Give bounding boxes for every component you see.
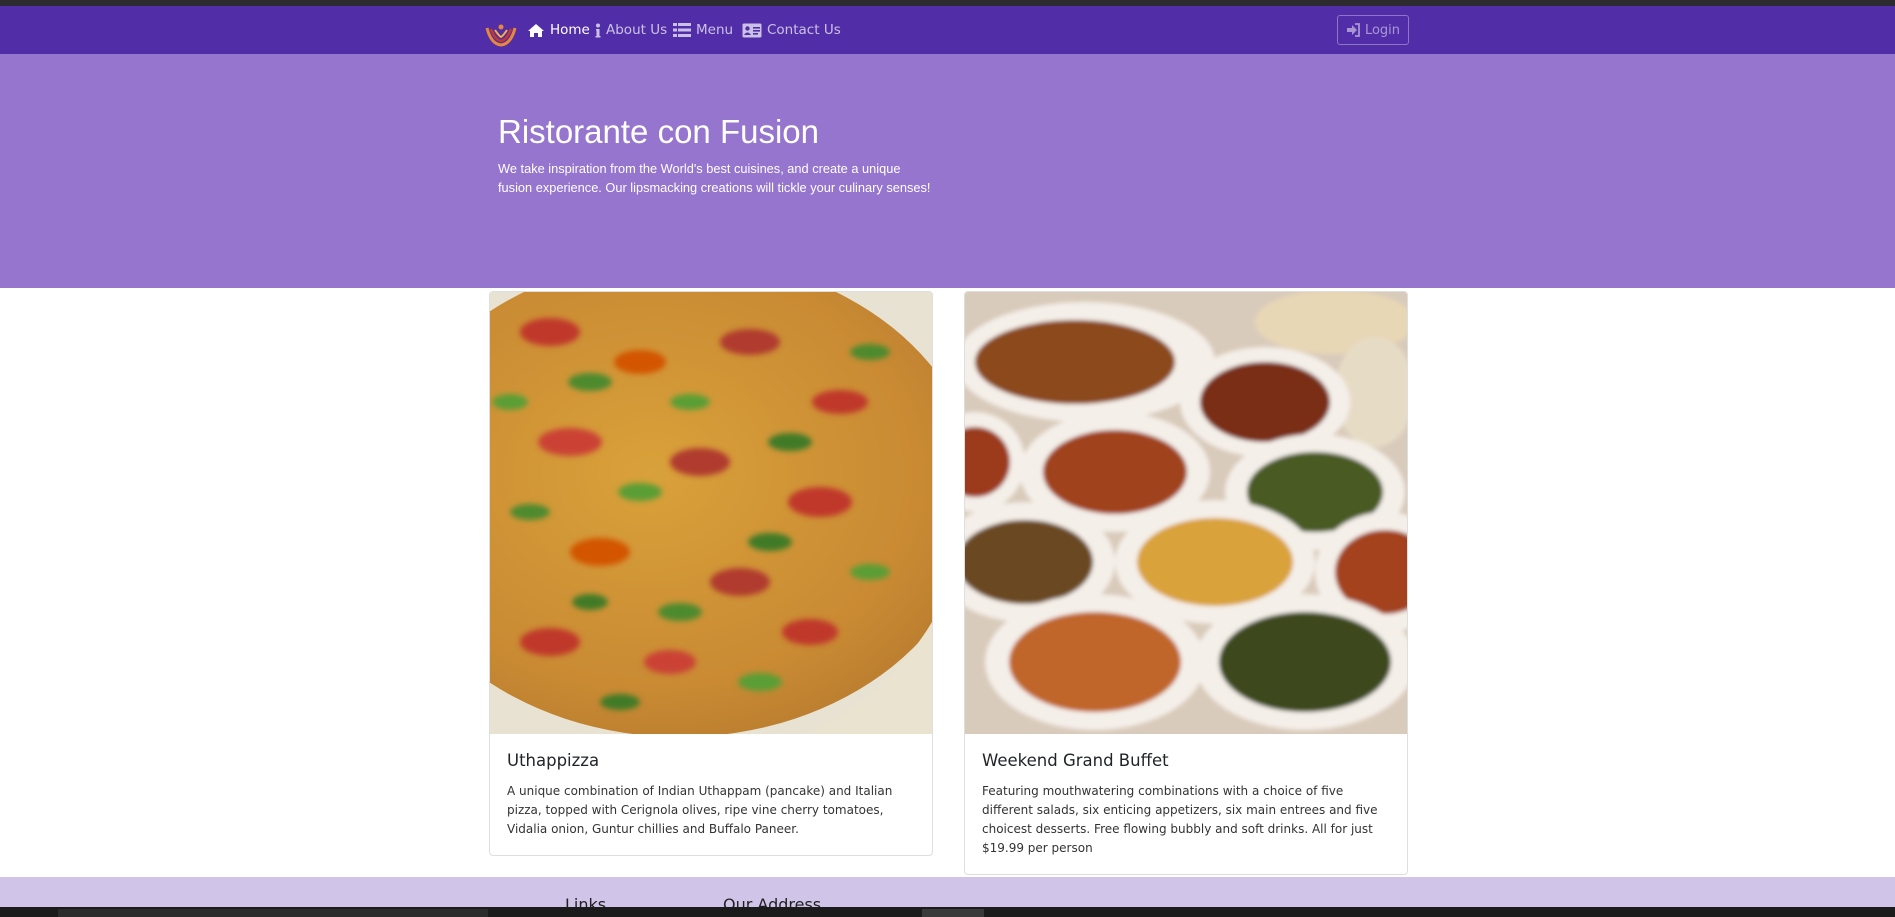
login-label: Login: [1364, 22, 1401, 38]
nav-home[interactable]: Home: [527, 6, 590, 54]
info-icon: [595, 23, 601, 37]
footer: Links Our Address: [0, 877, 1895, 907]
pizza-image: [490, 292, 932, 734]
nav-contact-label: Contact Us: [767, 22, 841, 38]
dish-card-weekend-buffet: Weekend Grand Buffet Featuring mouthwate…: [964, 291, 1408, 875]
nav-about-label: About Us: [606, 22, 668, 38]
nav-menu-label: Menu: [696, 22, 734, 38]
list-icon: [673, 23, 691, 37]
page-title: Ristorante con Fusion: [498, 113, 819, 150]
card-text: A unique combination of Indian Uthappam …: [507, 784, 893, 836]
restaurant-logo[interactable]: [485, 20, 517, 50]
footer-address-heading: Our Address: [723, 895, 822, 907]
navbar: [0, 6, 1895, 54]
card-title: Uthappizza: [507, 751, 600, 770]
nav-about-us[interactable]: About Us: [595, 6, 667, 54]
nav-home-label: Home: [550, 22, 590, 38]
dish-card-uthappizza: Uthappizza A unique combination of India…: [489, 291, 933, 856]
card-text: Featuring mouthwatering combinations wit…: [982, 784, 1378, 855]
sign-in-icon: [1346, 23, 1360, 37]
login-button[interactable]: Login: [1337, 15, 1409, 45]
nav-contact-us[interactable]: Contact Us: [742, 6, 841, 54]
home-icon: [528, 23, 544, 37]
taskbar-segment: [922, 909, 984, 917]
buffet-image: [965, 292, 1407, 734]
jumbotron: [0, 54, 1895, 288]
jumbotron-description: We take inspiration from the World's bes…: [498, 161, 931, 195]
address-card-icon: [742, 23, 762, 37]
taskbar: [0, 907, 1895, 917]
taskbar-segment: [58, 909, 488, 917]
footer-links-heading: Links: [565, 895, 607, 907]
card-title: Weekend Grand Buffet: [982, 751, 1169, 770]
nav-menu[interactable]: Menu: [673, 6, 733, 54]
